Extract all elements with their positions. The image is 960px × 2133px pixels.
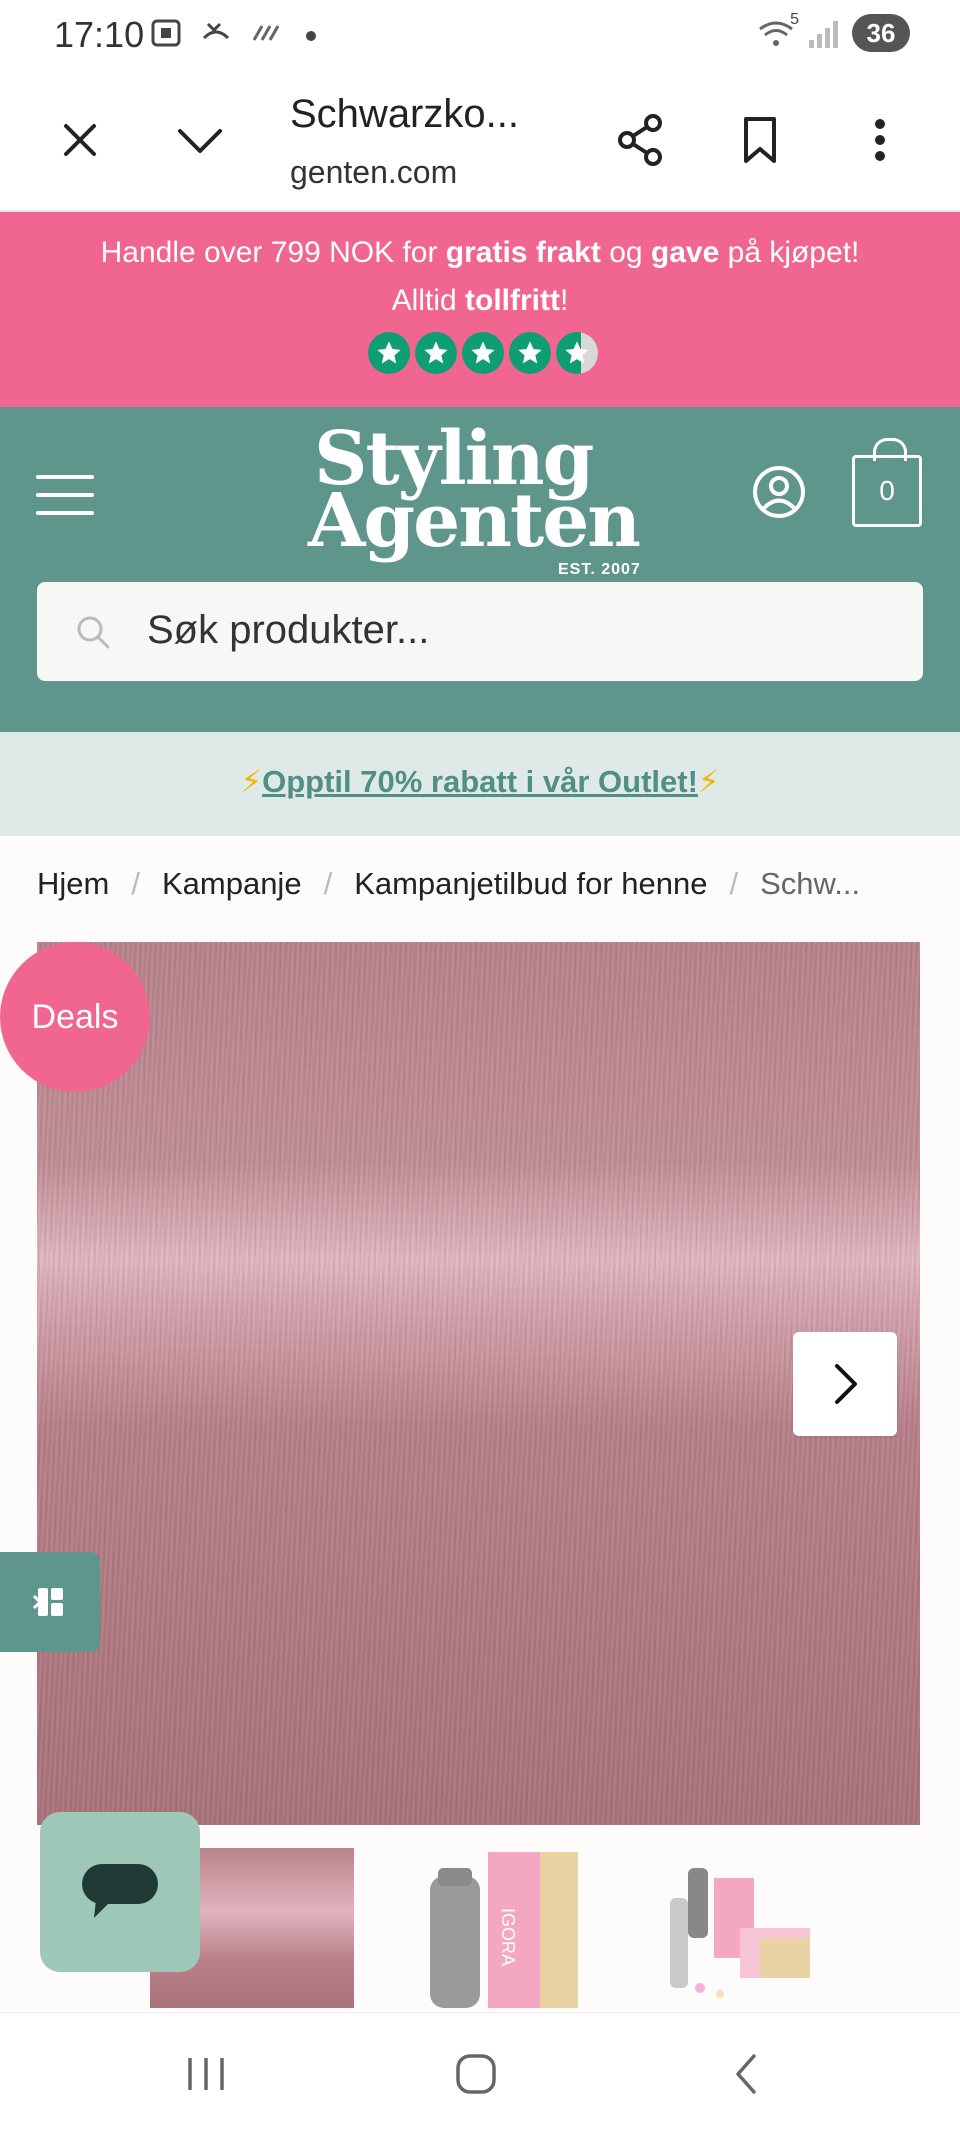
breadcrumb: Hjem / Kampanje / Kampanjetilbud for hen…: [37, 866, 930, 902]
star-icon: [415, 332, 457, 374]
home-button[interactable]: [446, 2049, 506, 2099]
promo-line-2: Alltid tollfritt!: [0, 284, 960, 318]
chat-button[interactable]: [40, 1812, 200, 1972]
logo-line-2: Agenten: [308, 478, 641, 564]
battery-indicator: 36: [852, 14, 910, 52]
cart-button[interactable]: 0: [852, 438, 922, 527]
star-icon: [509, 332, 551, 374]
promo-gift: gave: [650, 236, 720, 269]
screenshot-icon: [150, 18, 182, 54]
outlet-link[interactable]: Opptil 70% rabatt i vår Outlet!: [262, 764, 698, 799]
promo-text: på kjøpet!: [719, 236, 860, 269]
chevron-right-icon: [835, 1364, 857, 1404]
close-tab-button[interactable]: [48, 108, 112, 172]
notification-dot: [306, 31, 316, 41]
signal-icon: [809, 18, 838, 48]
recent-apps-icon: [188, 2058, 224, 2090]
search-input[interactable]: Søk produkter...: [37, 582, 923, 681]
menu-icon-bar: [36, 511, 94, 515]
cart-count: 0: [879, 475, 895, 506]
menu-icon-bar: [36, 493, 94, 497]
promo-duty-free: tollfritt: [465, 284, 560, 317]
breadcrumb-current: Schw...: [760, 866, 861, 901]
loyalty-icon: [32, 1588, 63, 1616]
svg-text:IGORA: IGORA: [498, 1908, 518, 1966]
star-icon: [462, 332, 504, 374]
page-title: Schwarzko...: [290, 92, 519, 136]
wifi-icon: 5: [757, 11, 799, 49]
data-icon: [250, 18, 282, 54]
breadcrumb-campaign-her[interactable]: Kampanjetilbud for henne: [354, 866, 707, 902]
trustpilot-rating[interactable]: [368, 332, 598, 374]
site-header: Styling Agenten EST. 2007 0 Søk produkte…: [0, 407, 960, 732]
lightning-icon: ⚡: [697, 764, 720, 799]
home-icon: [456, 2054, 496, 2094]
account-button[interactable]: [752, 465, 806, 519]
menu-button[interactable]: [36, 475, 94, 515]
more-options-button[interactable]: [848, 108, 912, 172]
logo-established: EST. 2007: [558, 561, 641, 578]
search-placeholder: Søk produkter...: [147, 608, 430, 652]
half-star-icon: [556, 332, 598, 374]
breadcrumb-separator: /: [131, 866, 140, 901]
chevron-down-icon: [178, 129, 222, 153]
breadcrumb-campaign[interactable]: Kampanje: [162, 866, 302, 902]
share-button[interactable]: [608, 108, 672, 172]
status-time: 17:10: [54, 14, 145, 55]
star-icon: [368, 332, 410, 374]
breadcrumb-separator: /: [729, 866, 739, 901]
product-bottle-image: IGORA: [430, 1852, 578, 2008]
back-icon: [736, 2054, 756, 2094]
bookmark-button[interactable]: [728, 108, 792, 172]
product-thumbnails: IGORA: [150, 1848, 834, 2008]
breadcrumb-home[interactable]: Hjem: [37, 866, 109, 902]
close-icon: [64, 124, 96, 156]
thumbnail-product-bottle[interactable]: IGORA: [390, 1848, 594, 2008]
page-url[interactable]: genten.com: [290, 154, 457, 191]
system-navigation-bar: [0, 2012, 960, 2133]
promo-text: Alltid: [391, 284, 466, 317]
outlet-banner: ⚡Opptil 70% rabatt i vår Outlet!⚡: [0, 732, 960, 836]
deals-badge: Deals: [0, 942, 150, 1092]
breadcrumb-separator: /: [323, 866, 333, 901]
bookmark-icon: [744, 117, 776, 163]
network-type-label: 5: [790, 11, 799, 28]
missed-call-icon: [200, 18, 232, 54]
outlet-text: ⚡Opptil 70% rabatt i vår Outlet!⚡: [0, 764, 960, 800]
search-icon: [77, 616, 110, 649]
next-image-button[interactable]: [793, 1332, 897, 1436]
more-vertical-icon: [875, 119, 885, 161]
user-icon: [753, 466, 805, 518]
promo-free-shipping: gratis frakt: [445, 236, 601, 269]
promo-text: Handle over 799 NOK for: [100, 236, 446, 269]
promo-banner: Handle over 799 NOK for gratis frakt og …: [0, 212, 960, 407]
menu-icon-bar: [36, 475, 94, 479]
status-notification-icons: [150, 18, 316, 54]
thumbnail-product-kit[interactable]: [630, 1848, 834, 2008]
chat-bubble-icon: [82, 1864, 158, 1918]
product-kit-image: [670, 1868, 810, 1998]
promo-line-1: Handle over 799 NOK for gratis frakt og …: [0, 236, 960, 270]
browser-toolbar: Schwarzko... genten.com: [0, 70, 960, 212]
back-button[interactable]: [716, 2049, 776, 2099]
site-logo[interactable]: Styling Agenten EST. 2007: [300, 419, 650, 579]
promo-text: og: [600, 236, 651, 269]
promo-text: !: [559, 284, 569, 317]
status-bar: 17:10 5 36: [0, 0, 960, 70]
product-main-image[interactable]: [37, 942, 920, 1825]
lightning-icon: ⚡: [240, 764, 263, 799]
recent-apps-button[interactable]: [176, 2049, 236, 2099]
status-system-icons: 5 36: [757, 11, 910, 52]
share-icon: [618, 114, 662, 166]
minimize-button[interactable]: [168, 108, 232, 172]
side-widget-button[interactable]: [0, 1552, 100, 1652]
